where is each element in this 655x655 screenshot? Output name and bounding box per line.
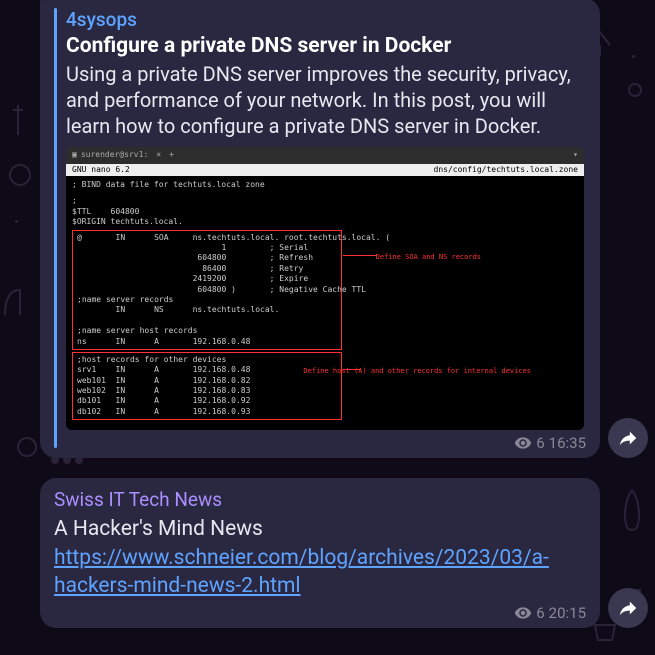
views-icon (514, 604, 532, 622)
share-button[interactable] (608, 418, 648, 458)
views-icon (514, 434, 532, 452)
terminal-tabs: ▣ surender@srv1: × + ▾ (66, 147, 584, 163)
preview-image-terminal[interactable]: ▣ surender@srv1: × + ▾ GNU nano 6.2 dns/… (66, 147, 584, 430)
views-count: 6 (536, 434, 544, 452)
article-title: Configure a private DNS server in Docker (66, 33, 586, 59)
share-icon (617, 597, 639, 619)
annotation-box: @ IN SOA ns.techtuts.local. root.techtut… (72, 230, 342, 350)
dropdown-icon: ▾ (573, 150, 578, 160)
add-tab-icon: + (169, 150, 174, 160)
editor-body: ; BIND data file for techtuts.local zone… (66, 176, 584, 430)
message-source[interactable]: 4sysops (66, 8, 586, 31)
message-body: A Hacker's Mind News https://www.schneie… (54, 515, 586, 600)
chat-container: 4sysops Configure a private DNS server i… (0, 0, 655, 655)
message-time: 20:15 (549, 604, 586, 622)
message-meta: 6 20:15 (54, 604, 586, 622)
message-time: 16:35 (549, 434, 586, 452)
message-bubble[interactable]: 4sysops Configure a private DNS server i… (40, 0, 600, 458)
views-count: 6 (536, 604, 544, 622)
share-icon (617, 427, 639, 449)
message-source[interactable]: Swiss IT Tech News (54, 488, 586, 511)
message-link[interactable]: https://www.schneier.com/blog/archives/2… (54, 546, 549, 598)
message-meta: 6 16:35 (66, 434, 586, 452)
quote-bar (54, 8, 57, 448)
article-description: Using a private DNS server improves the … (66, 61, 586, 139)
message-bubble[interactable]: Swiss IT Tech News A Hacker's Mind News … (40, 478, 600, 628)
close-icon: × (156, 150, 161, 160)
share-button[interactable] (608, 588, 648, 628)
annotation-box: ;host records for other devices srv1 IN … (72, 352, 342, 420)
annotation-label: Define host (A) and other records for in… (303, 367, 531, 376)
annotation-label: Define SOA and NS records (376, 253, 481, 262)
terminal-tab: ▣ surender@srv1: (72, 150, 148, 160)
editor-header: GNU nano 6.2 dns/config/techtuts.local.z… (66, 164, 584, 176)
